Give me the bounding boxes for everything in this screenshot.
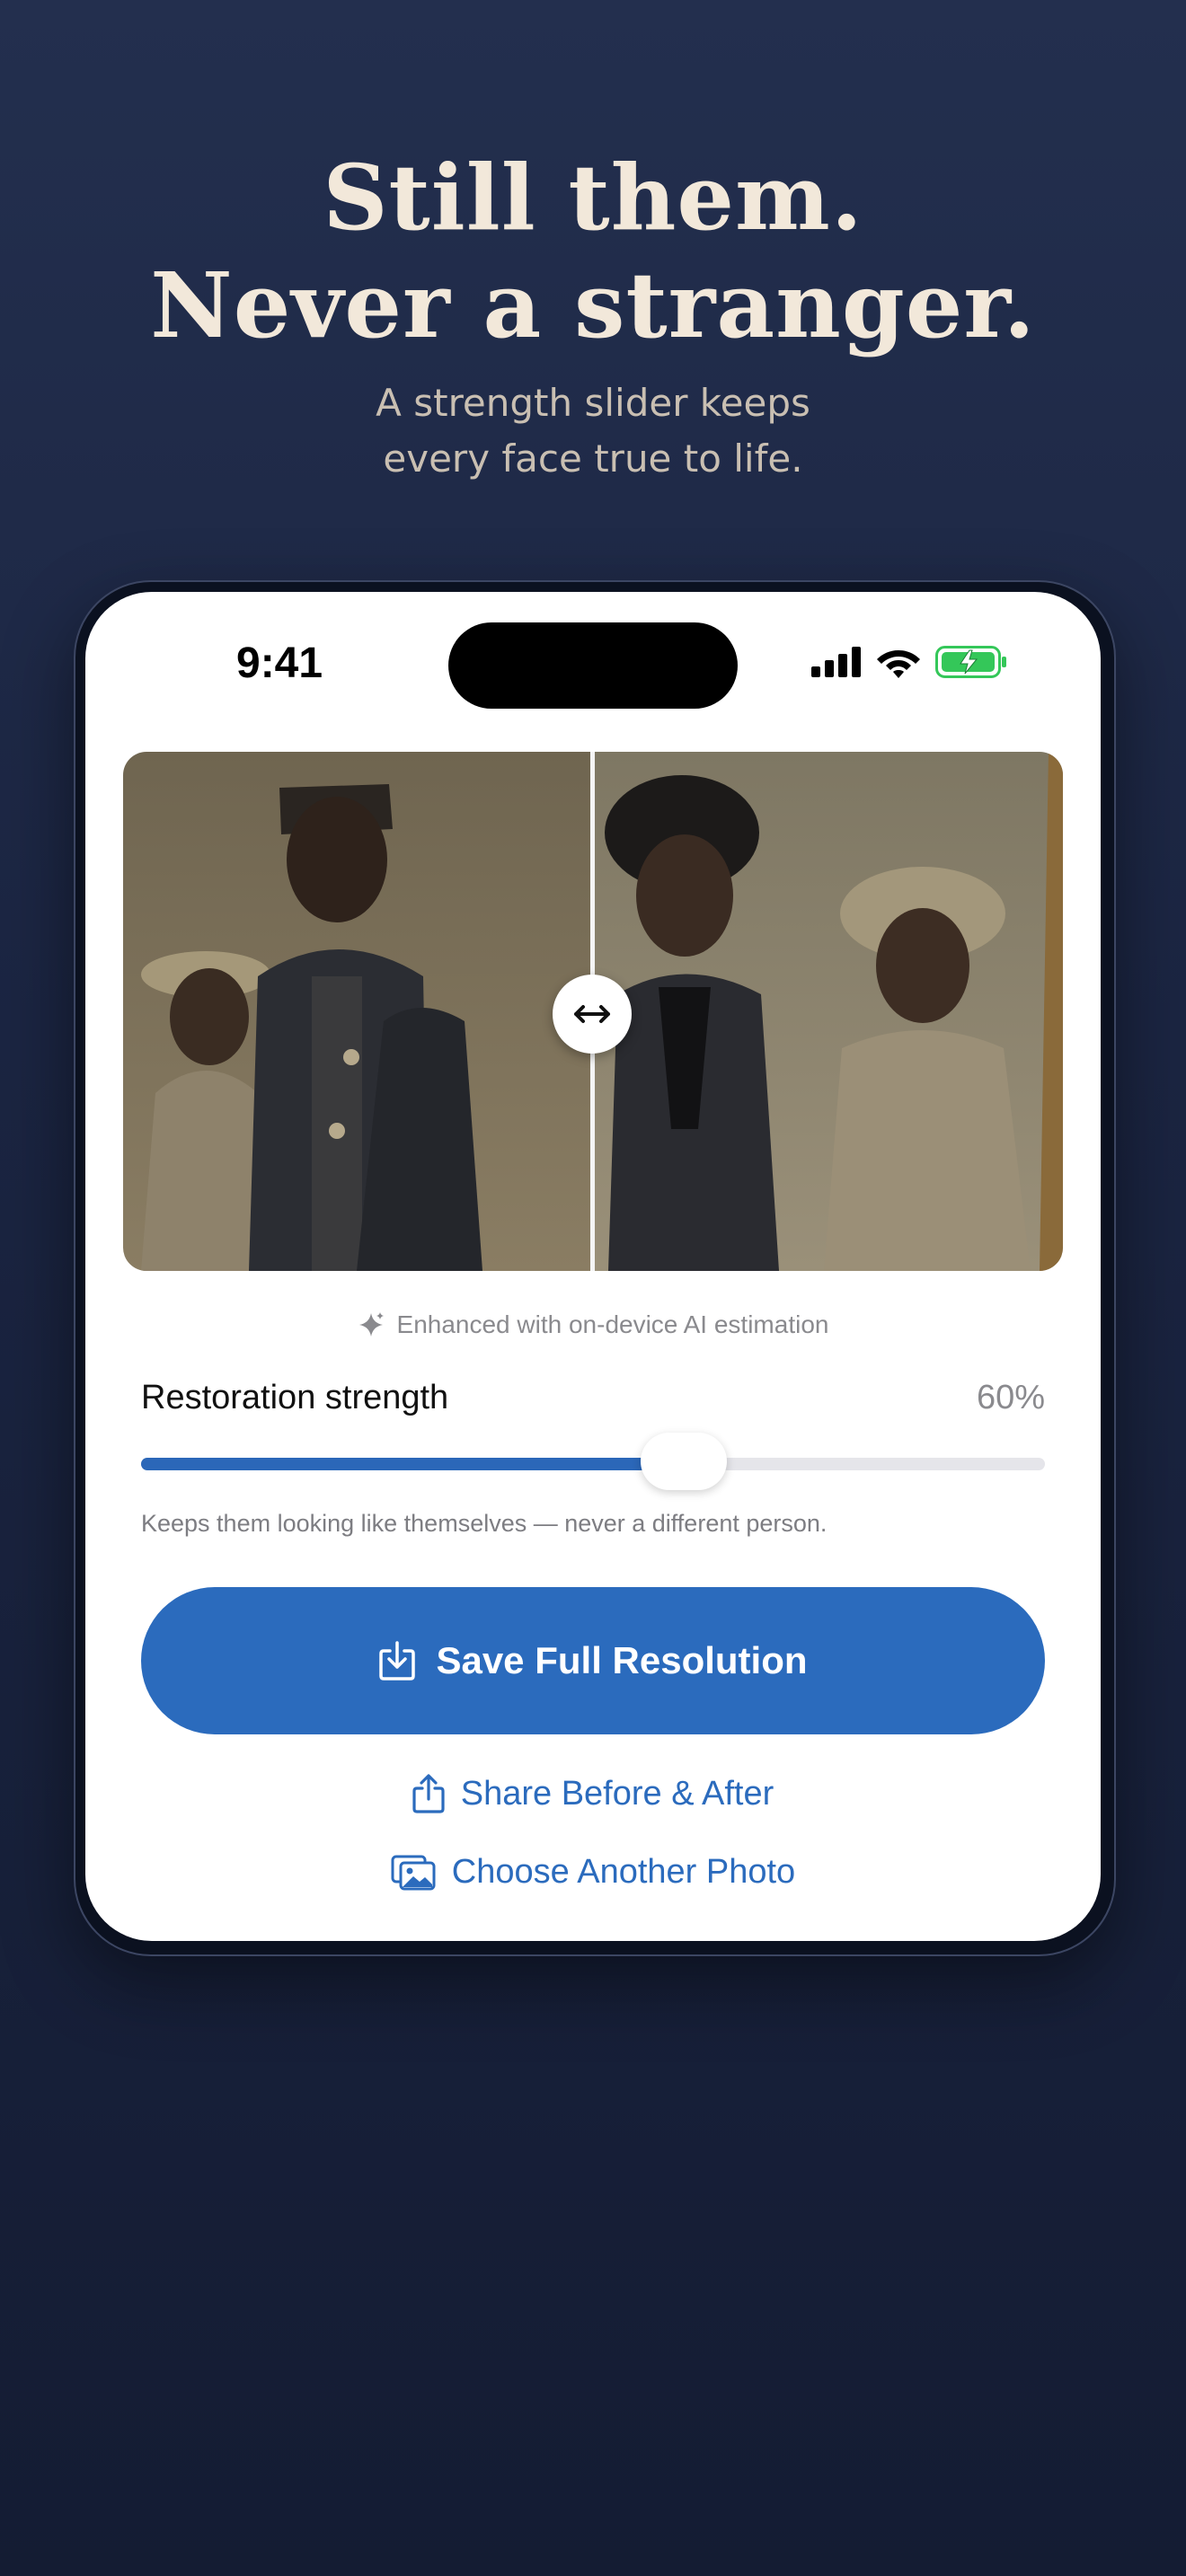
strength-slider[interactable] bbox=[141, 1433, 1045, 1490]
save-full-resolution-button[interactable]: Save Full Resolution bbox=[141, 1587, 1045, 1734]
marketing-subhead: A strength slider keeps every face true … bbox=[0, 375, 1186, 487]
left-right-arrows-icon bbox=[574, 1005, 610, 1023]
photo-stack-icon bbox=[391, 1855, 436, 1890]
cellular-signal-icon bbox=[811, 647, 861, 677]
subhead-line-2: every face true to life. bbox=[383, 437, 803, 481]
save-button-label: Save Full Resolution bbox=[436, 1639, 808, 1681]
download-icon bbox=[379, 1641, 416, 1681]
battery-charging-icon bbox=[935, 646, 1006, 678]
choose-photo-label: Choose Another Photo bbox=[451, 1853, 796, 1891]
strength-hint: Keeps them looking like themselves — nev… bbox=[141, 1510, 828, 1537]
strength-value: 60% bbox=[976, 1379, 1045, 1416]
status-icons bbox=[811, 644, 1007, 680]
strength-label: Restoration strength bbox=[141, 1379, 449, 1416]
share-label: Share Before & After bbox=[460, 1774, 774, 1813]
share-before-after-button[interactable]: Share Before & After bbox=[85, 1774, 1101, 1813]
ai-estimation-note: Enhanced with on-device AI estimation bbox=[85, 1310, 1101, 1339]
share-icon bbox=[412, 1774, 445, 1813]
strength-slider-thumb[interactable] bbox=[640, 1433, 727, 1490]
phone-screen: 9:41 Enhanced with on-device AI estimati… bbox=[85, 592, 1101, 1941]
headline-line-1: Still them. bbox=[323, 145, 863, 251]
before-after-photo[interactable] bbox=[123, 752, 1063, 1271]
comparison-drag-handle[interactable] bbox=[553, 975, 632, 1054]
subhead-line-1: A strength slider keeps bbox=[376, 381, 810, 425]
sparkle-icon bbox=[358, 1312, 384, 1337]
choose-another-photo-button[interactable]: Choose Another Photo bbox=[85, 1853, 1101, 1892]
status-time: 9:41 bbox=[236, 640, 323, 687]
strength-slider-fill bbox=[141, 1458, 684, 1470]
headline-line-2: Never a stranger. bbox=[150, 252, 1036, 358]
marketing-headline: Still them. Never a stranger. bbox=[0, 144, 1186, 359]
dynamic-island bbox=[448, 622, 738, 709]
wifi-icon bbox=[877, 650, 920, 678]
ai-note-text: Enhanced with on-device AI estimation bbox=[396, 1310, 829, 1338]
